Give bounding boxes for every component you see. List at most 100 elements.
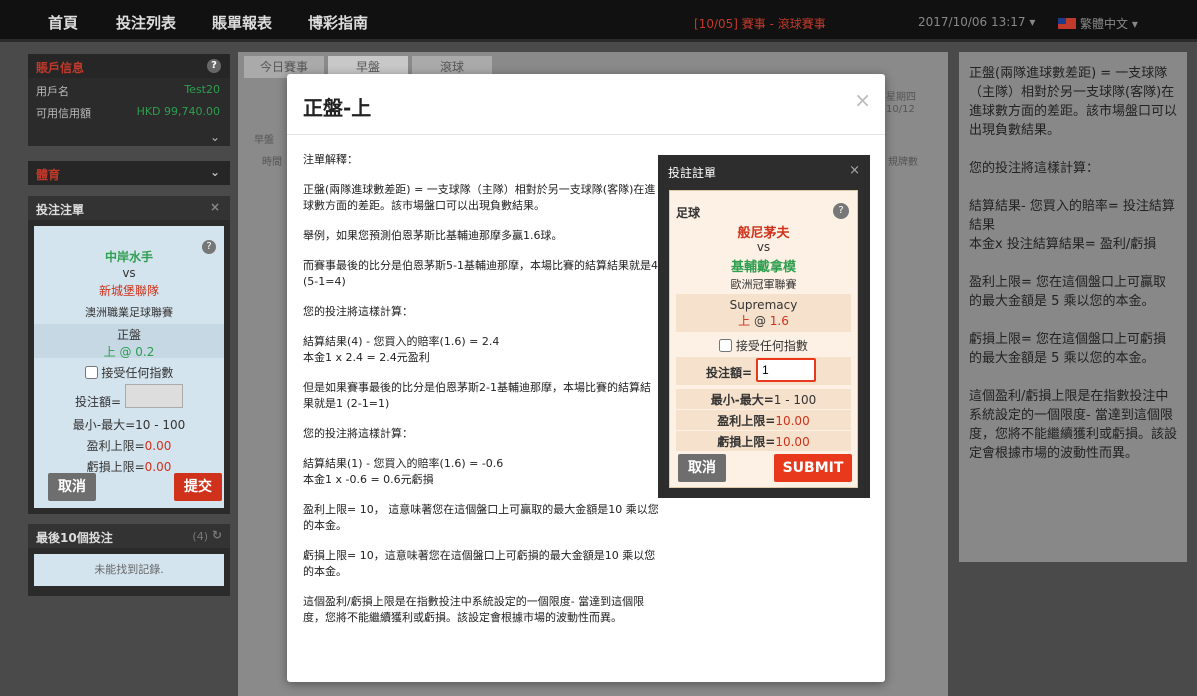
stake-row: 投注額=	[34, 384, 224, 409]
help-icon[interactable]: ?	[207, 59, 221, 73]
cancel-button[interactable]: 取消	[48, 473, 96, 501]
modal-paragraph: 這個盈利/虧損上限是在指數投注中系統設定的一個限度- 當達到這個限度，您將不能繼…	[303, 595, 645, 624]
stake-label: 投注額=	[706, 366, 753, 380]
explanation-paragraph: 虧損上限= 您在這個盤口上可虧損的最大金額是 5 乘以您的本金。	[969, 332, 1167, 366]
pick-at: @	[119, 345, 132, 359]
minmax-label: 最小-最大=	[710, 393, 774, 407]
modal-paragraph: 結算結果(4) - 您買入的賠率(1.6) = 2.4 本金1 x 2.4 = …	[303, 335, 500, 364]
accept-odds-checkbox[interactable]	[719, 339, 733, 352]
modal-divider	[287, 134, 885, 135]
profit-limit-label: 盈利上限=	[717, 414, 776, 428]
stake-row: 投注額=	[676, 357, 851, 385]
stake-label: 投注額=	[75, 394, 122, 409]
modal-title: 正盤-上	[303, 96, 372, 120]
loss-limit-row: 虧損上限=10.00	[676, 431, 851, 451]
weekday-label: 星期四	[886, 92, 916, 103]
cancel-button[interactable]: 取消	[678, 454, 726, 482]
modal-paragraph: 但是如果賽事最後的比分是伯恩茅斯2-1基輔迪那摩，本場比賽的結算結果就是1 (2…	[303, 381, 651, 410]
left-betslip-panel: 投注注單 × ? 中岸水手 vs 新城堡聯隊 澳洲職業足球聯賽 正盤 上 @ 0…	[28, 196, 230, 514]
flag-icon	[1058, 18, 1076, 29]
loss-limit-value: 0.00	[144, 460, 172, 474]
profit-limit-row: 盈利上限=0.00	[34, 437, 224, 454]
home-team: 中岸水手	[104, 250, 153, 264]
pick-side: 上	[738, 314, 751, 328]
close-icon[interactable]: ×	[210, 200, 220, 214]
sports-panel[interactable]: 體育 ⌄	[28, 161, 230, 185]
market-name: Supremacy	[729, 298, 798, 312]
slip-title: 投註註單	[668, 166, 717, 180]
explanation-paragraph: 您的投注將這樣計算：	[969, 161, 1100, 176]
event-label[interactable]: [10/05] 賽事 - 滾球賽事	[694, 15, 826, 32]
left-betslip-title: 投注注單 ×	[28, 196, 230, 220]
modal-body: 注單解釋： 正盤(兩隊進球數差距) = 一支球隊（主隊）相對於另一支球隊(客隊)…	[303, 152, 660, 640]
close-icon[interactable]: ×	[849, 163, 860, 178]
profit-limit-row: 盈利上限=10.00	[676, 410, 851, 430]
caret-down-icon: ▾	[1029, 15, 1036, 29]
modal-paragraph: 正盤(兩隊進球數差距) = 一支球隊（主隊）相對於另一支球隊(客隊)在進球數方面…	[303, 183, 656, 212]
minmax-value: 1 - 100	[773, 393, 817, 407]
recent-bets-panel: 最後10個投注 (4) ↻ 未能找到記錄.	[28, 524, 230, 596]
league-name: 澳洲職業足球聯賽	[85, 306, 173, 319]
account-title-text: 賬戶信息	[36, 61, 85, 75]
credit-label: 可用信用額	[36, 107, 91, 120]
explanation-paragraph: 結算結果- 您買入的賠率= 投注結算結果 本金x 投注結算結果= 盈利/虧損	[969, 199, 1175, 252]
datetime-text: 2017/10/06 13:17	[918, 15, 1026, 29]
pick-side: 上	[103, 345, 116, 359]
credit-value: HKD 99,740.00	[136, 105, 220, 118]
account-panel: 賬戶信息 ? 用戶名 Test20 可用信用額 HKD 99,740.00 ⌄	[28, 54, 230, 146]
submit-button[interactable]: SUBMIT	[774, 454, 852, 482]
chevron-down-icon[interactable]: ⌄	[210, 130, 220, 144]
stake-input[interactable]	[756, 358, 816, 382]
loss-limit-label: 虧損上限=	[717, 435, 776, 449]
pick-odds: 0.2	[135, 345, 155, 359]
help-icon[interactable]: ?	[833, 203, 849, 219]
language-selector[interactable]: 繁體中文 ▾	[1058, 15, 1138, 32]
date-label: 10/12	[886, 104, 915, 115]
loss-limit-value: 10.00	[775, 435, 810, 449]
chevron-down-icon: ⌄	[209, 165, 220, 179]
nav-betting-guide[interactable]: 博彩指南	[308, 12, 368, 33]
account-title: 賬戶信息 ?	[28, 54, 230, 78]
stake-input[interactable]	[124, 384, 183, 408]
slip-header: 投註註單 ×	[658, 155, 870, 185]
accept-odds-label: 接受任何指數	[735, 339, 808, 353]
minmax-row: 最小-最大=1 - 100	[676, 389, 851, 409]
market-name: 正盤	[116, 328, 141, 342]
left-betslip-body: ? 中岸水手 vs 新城堡聯隊 澳洲職業足球聯賽 正盤 上 @ 0.2 接受任何…	[34, 226, 224, 508]
modal-paragraph: 盈利上限= 10， 這意味著您在這個盤口上可贏取的最大金額是10 乘以您的本金。	[303, 503, 659, 532]
nav-home[interactable]: 首頁	[48, 12, 78, 33]
away-team: 新城堡聯隊	[98, 284, 159, 298]
submit-button[interactable]: 提交	[174, 473, 222, 501]
left-betslip-title-text: 投注注單	[36, 203, 85, 217]
bet-slip-widget: 投註註單 × 足球 ? 般尼茅夫 vs 基輔戴拿模 歐洲冠軍聯賽 Suprema…	[658, 155, 870, 498]
nav-bet-list[interactable]: 投注列表	[116, 12, 176, 33]
accept-odds-row: 接受任何指數	[34, 364, 224, 381]
modal-paragraph: 而賽事最後的比分是伯恩茅斯5-1基輔迪那摩，本場比賽的結算結果就是4 (5-1=…	[303, 259, 658, 288]
nav-statement[interactable]: 賬單報表	[212, 12, 272, 33]
recent-count: (4)	[192, 530, 208, 543]
accept-odds-checkbox[interactable]	[84, 366, 98, 379]
explanation-paragraph: 這個盈利/虧損上限是在指數投注中系統設定的一個限度- 當達到這個限度，您將不能繼…	[969, 389, 1178, 461]
datetime-dropdown[interactable]: 2017/10/06 13:17 ▾	[918, 15, 1035, 29]
caret-down-icon: ▾	[1131, 17, 1138, 31]
vs-label: vs	[122, 266, 136, 280]
refresh-icon[interactable]: ↻	[212, 528, 222, 542]
sport-label: 足球	[676, 206, 701, 220]
market-box: 正盤 上 @ 0.2	[34, 324, 224, 359]
modal-paragraph: 您的投注將這樣計算：	[303, 305, 413, 318]
minmax-row: 最小-最大=10 - 100	[72, 418, 186, 432]
pick-at: @	[753, 314, 766, 328]
slip-card: 足球 ? 般尼茅夫 vs 基輔戴拿模 歐洲冠軍聯賽 Supremacy 上 @ …	[669, 190, 858, 488]
market-box: Supremacy 上 @ 1.6	[676, 294, 851, 332]
modal-paragraph: 虧損上限= 10，這意味著您在這個盤口上可虧損的最大金額是10 乘以您的本金。	[303, 549, 656, 578]
modal-paragraph: 舉例，如果您預測伯恩茅斯比基輔迪那摩多贏1.6球。	[303, 229, 563, 242]
sports-title: 體育 ⌄	[28, 161, 230, 185]
home-team: 般尼茅夫	[737, 226, 790, 241]
close-icon[interactable]: ×	[854, 88, 871, 112]
league-name: 歐洲冠軍聯賽	[730, 278, 797, 291]
explanation-panel: 正盤(兩隊進球數差距) = 一支球隊（主隊）相對於另一支球隊(客隊)在進球數方面…	[959, 52, 1187, 562]
explanation-paragraph: 正盤(兩隊進球數差距) = 一支球隊（主隊）相對於另一支球隊(客隊)在進球數方面…	[969, 66, 1178, 138]
modal-paragraph: 結算結果(1) - 您買入的賠率(1.6) = -0.6 本金1 x -0.6 …	[303, 457, 504, 486]
recent-empty: 未能找到記錄.	[34, 554, 224, 586]
rules-link[interactable]: 規牌數	[888, 153, 918, 168]
